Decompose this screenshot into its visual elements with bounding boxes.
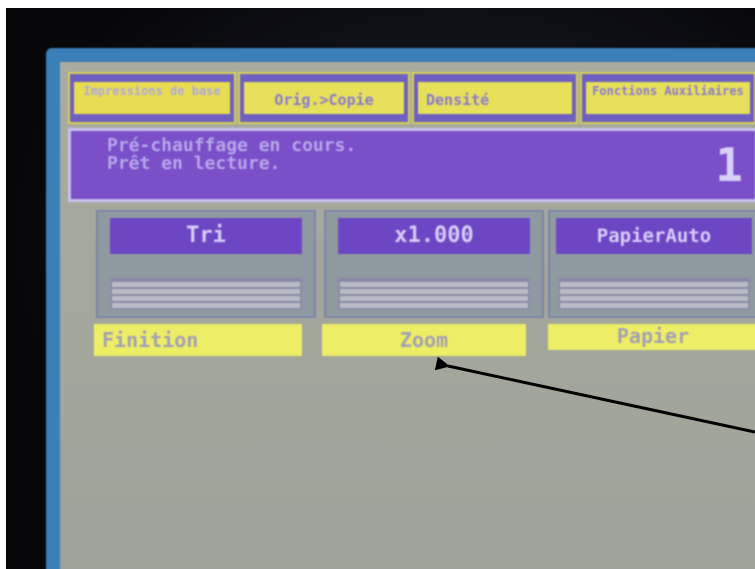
annotation-arrow: [434, 356, 755, 434]
arrow-line: [434, 356, 755, 434]
